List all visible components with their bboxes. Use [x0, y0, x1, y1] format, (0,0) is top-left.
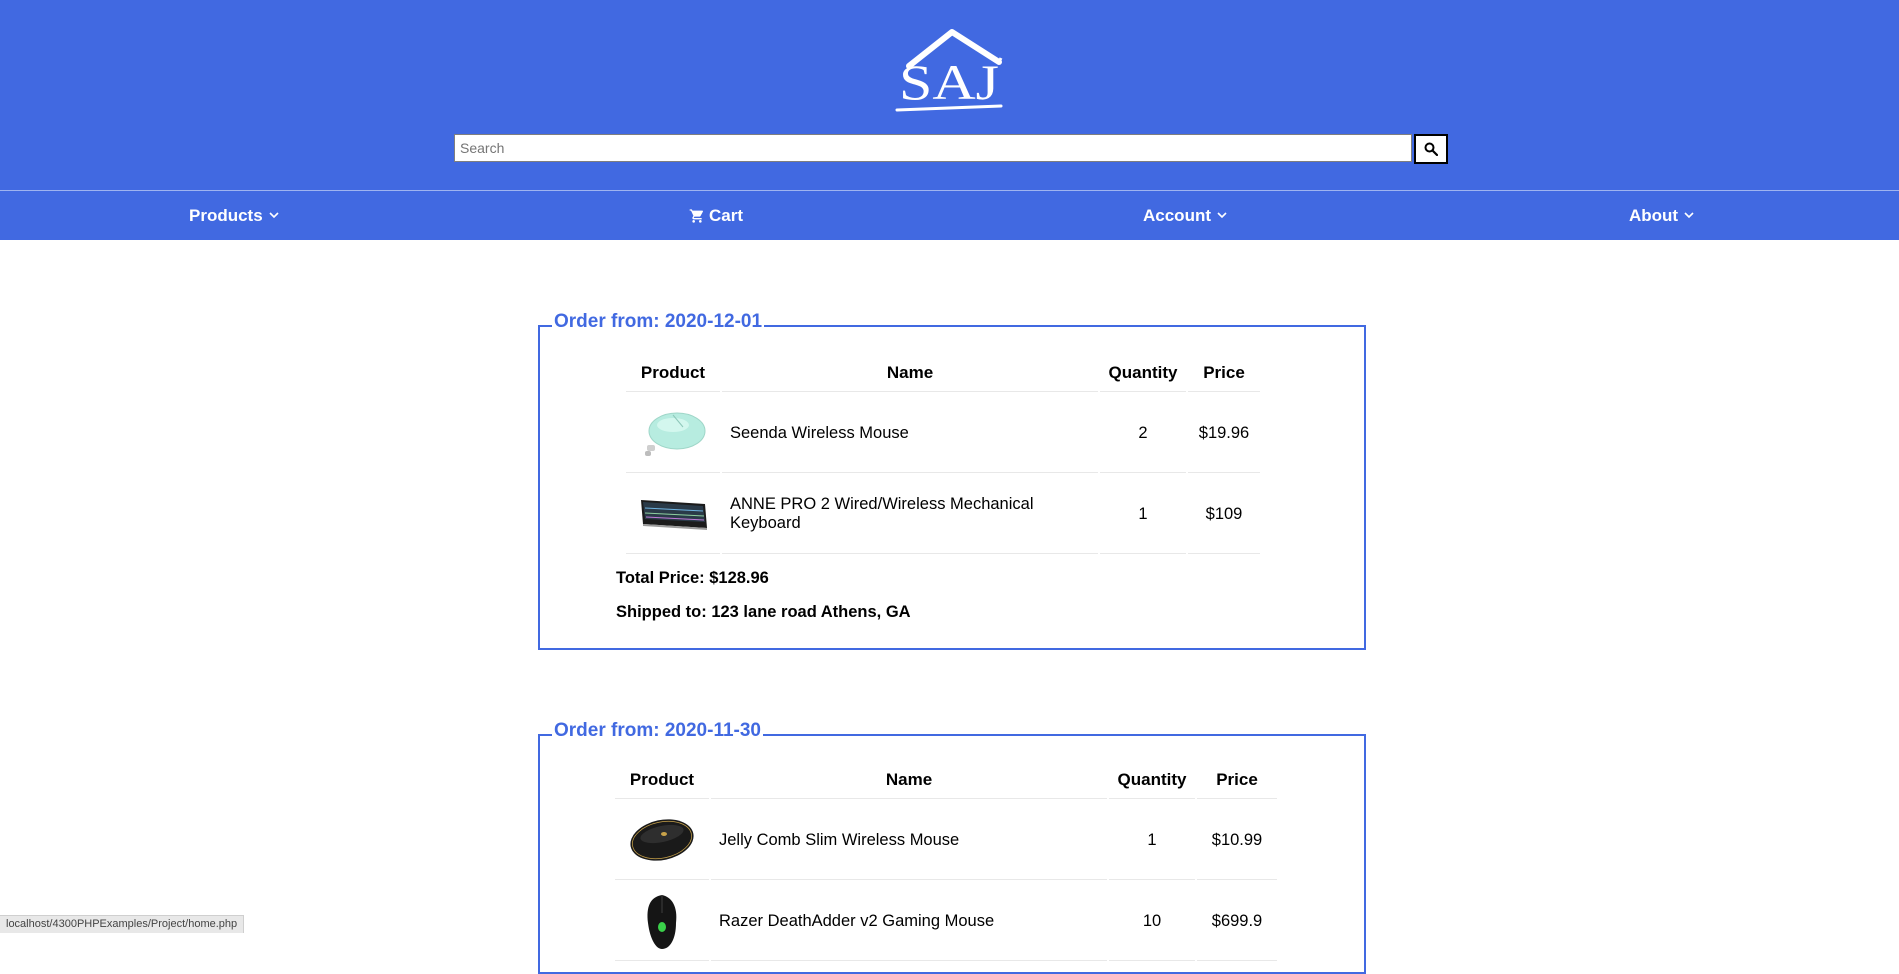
product-quantity: 10 — [1109, 882, 1195, 961]
table-row: ANNE PRO 2 Wired/Wireless Mechanical Key… — [626, 475, 1260, 554]
product-price: $10.99 — [1197, 801, 1277, 880]
table-header-row: Product Name Quantity Price — [626, 355, 1260, 392]
cart-icon — [689, 208, 704, 223]
chevron-down-icon — [1217, 212, 1227, 219]
nav-account-label: Account — [1143, 205, 1211, 225]
product-image-cell — [626, 475, 720, 554]
col-quantity: Quantity — [1109, 762, 1195, 799]
col-product: Product — [615, 762, 709, 799]
order-card: Order from: 2020-12-01 Product Name Quan… — [538, 311, 1366, 650]
col-product: Product — [626, 355, 720, 392]
browser-status-bar: localhost/4300PHPExamples/Project/home.p… — [0, 915, 245, 933]
black-mouse-image[interactable] — [626, 812, 698, 868]
main-nav: Products Cart Account About — [0, 190, 1899, 240]
saj-logo[interactable]: SAJ — [893, 24, 1011, 116]
product-price: $699.9 — [1197, 882, 1277, 961]
svg-text:SAJ: SAJ — [899, 54, 999, 110]
order-total: Total Price: $128.96 — [616, 569, 769, 587]
col-name: Name — [722, 355, 1098, 392]
chevron-down-icon — [269, 212, 279, 219]
col-price: Price — [1197, 762, 1277, 799]
nav-products[interactable]: Products — [189, 191, 279, 240]
product-image-cell — [626, 394, 720, 473]
order-items-table: Product Name Quantity Price Seenda Wirel… — [624, 353, 1262, 556]
product-quantity: 1 — [1100, 475, 1186, 554]
keyboard-image[interactable] — [637, 486, 709, 542]
nav-products-label: Products — [189, 205, 263, 225]
order-card: Order from: 2020-11-30 Product Name Quan… — [538, 720, 1366, 974]
product-name: ANNE PRO 2 Wired/Wireless Mechanical Key… — [722, 475, 1098, 554]
product-name: Seenda Wireless Mouse — [722, 394, 1098, 473]
nav-cart-label: Cart — [709, 205, 744, 225]
search-button[interactable] — [1414, 134, 1448, 164]
product-name: Jelly Comb Slim Wireless Mouse — [711, 801, 1107, 880]
product-name: Razer DeathAdder v2 Gaming Mouse — [711, 882, 1107, 961]
product-quantity: 2 — [1100, 394, 1186, 473]
site-header: SAJ — [0, 0, 1899, 190]
col-name: Name — [711, 762, 1107, 799]
nav-about[interactable]: About — [1629, 191, 1694, 240]
product-quantity: 1 — [1109, 801, 1195, 880]
chevron-down-icon — [1684, 212, 1694, 219]
nav-about-label: About — [1629, 205, 1679, 225]
product-price: $19.96 — [1188, 394, 1260, 473]
table-row: Jelly Comb Slim Wireless Mouse 1 $10.99 — [615, 801, 1277, 880]
nav-cart[interactable]: Cart — [689, 191, 743, 240]
product-price: $109 — [1188, 475, 1260, 554]
gaming-mouse-image[interactable] — [626, 893, 698, 949]
order-items-table: Product Name Quantity Price Jelly Comb S… — [613, 760, 1279, 963]
mint-mouse-image[interactable] — [637, 405, 709, 461]
order-shipping-address: Shipped to: 123 lane road Athens, GA — [616, 603, 911, 621]
table-header-row: Product Name Quantity Price — [615, 762, 1277, 799]
product-image-cell — [615, 882, 709, 961]
search-icon — [1424, 142, 1438, 156]
table-row: Seenda Wireless Mouse 2 $19.96 — [626, 394, 1260, 473]
order-title: Order from: 2020-11-30 — [552, 720, 763, 742]
col-quantity: Quantity — [1100, 355, 1186, 392]
order-title: Order from: 2020-12-01 — [552, 311, 765, 333]
product-image-cell — [615, 801, 709, 880]
search-input[interactable] — [454, 134, 1412, 162]
table-row: Razer DeathAdder v2 Gaming Mouse 10 $699… — [615, 882, 1277, 961]
col-price: Price — [1188, 355, 1260, 392]
nav-account[interactable]: Account — [1143, 191, 1227, 240]
